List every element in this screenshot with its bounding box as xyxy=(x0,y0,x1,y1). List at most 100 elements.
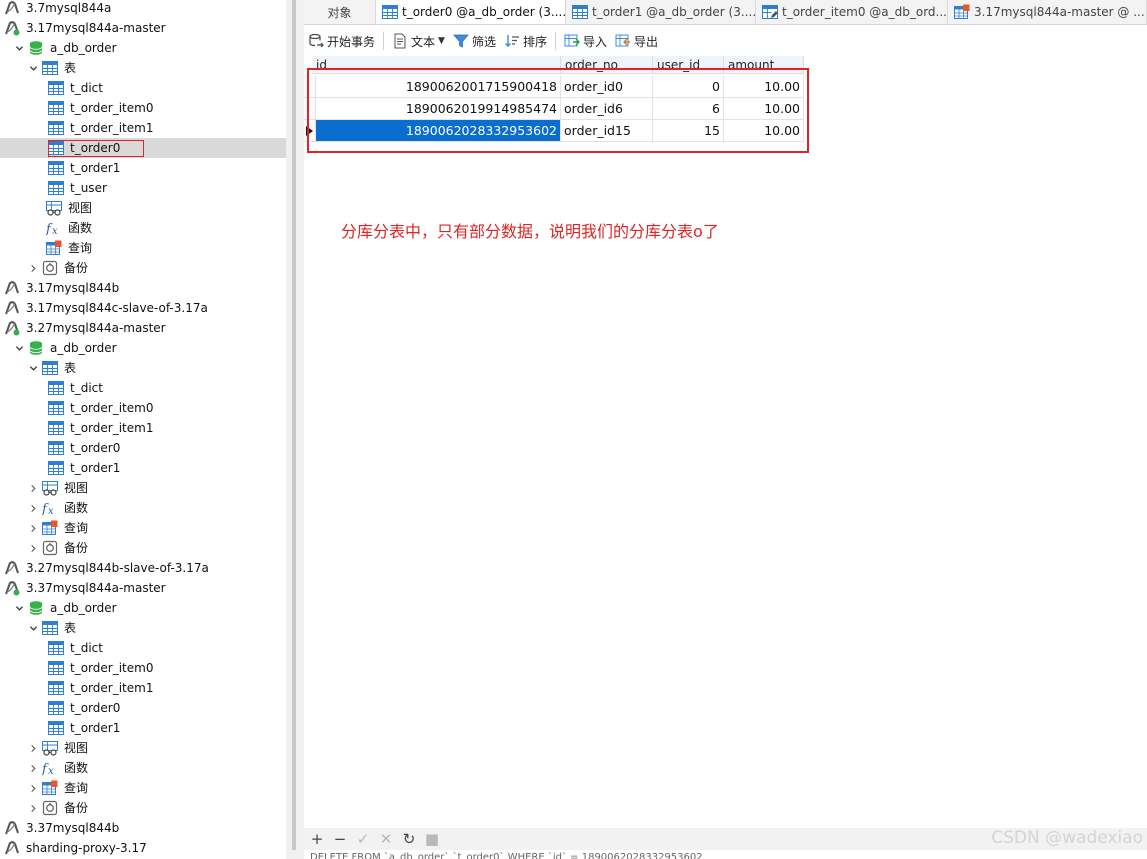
tree-item-db[interactable]: a_db_order xyxy=(0,598,286,618)
delete-record-icon[interactable]: − xyxy=(331,830,349,848)
chevron-right-icon[interactable] xyxy=(28,483,38,493)
tree-item-backup[interactable]: 备份 xyxy=(0,538,286,558)
navigation-tree: 3.7mysql844a 3.17mysql844a-master a_db_ord… xyxy=(0,0,292,859)
text-view-button[interactable]: 文本 ▼ xyxy=(392,33,445,50)
chevron-down-icon[interactable] xyxy=(14,43,24,53)
tree-item-table[interactable]: t_dict xyxy=(0,638,286,658)
tree-item-view[interactable]: 视图 xyxy=(0,198,286,218)
grid-cell[interactable]: 0 xyxy=(653,76,724,98)
current-row-arrow-icon xyxy=(306,125,313,136)
tree-item-db[interactable]: a_db_order xyxy=(0,38,286,58)
tree-item-query[interactable]: 查询 xyxy=(0,778,286,798)
tree-item-func[interactable]: f x 函数 xyxy=(0,758,286,778)
column-header[interactable]: amount xyxy=(724,56,804,74)
import-button[interactable]: 导入 xyxy=(564,33,607,50)
grid-cell[interactable]: order_id6 xyxy=(561,98,653,120)
tree-item-conn-off[interactable]: 3.27mysql844b-slave-of-3.17a xyxy=(0,558,286,578)
grid-cell[interactable]: order_id0 xyxy=(561,76,653,98)
column-header[interactable]: order_no xyxy=(561,56,653,74)
tree-item-conn-off[interactable]: 3.17mysql844b xyxy=(0,278,286,298)
tree-item-table[interactable]: t_order0 xyxy=(0,698,286,718)
tree-item-table[interactable]: t_order_item0 xyxy=(0,658,286,678)
tree-item-tables[interactable]: 表 xyxy=(0,358,286,378)
tree-item-table[interactable]: t_order_item1 xyxy=(0,418,286,438)
tree-item-table[interactable]: t_order_item1 xyxy=(0,678,286,698)
column-header[interactable]: user_id xyxy=(653,56,724,74)
panel-splitter[interactable] xyxy=(286,0,304,859)
tree-item-backup[interactable]: 备份 xyxy=(0,798,286,818)
row-indicator[interactable] xyxy=(304,98,316,120)
tab-3[interactable]: t_order_item0 @a_db_ord... xyxy=(756,0,948,24)
grid-cell[interactable]: 10.00 xyxy=(724,120,804,142)
apply-changes-icon[interactable]: ✓ xyxy=(354,830,372,848)
grid-cell[interactable]: 10.00 xyxy=(724,76,804,98)
stop-icon[interactable]: ■ xyxy=(423,830,441,848)
tree-item-view[interactable]: 视图 xyxy=(0,738,286,758)
tree-item-table[interactable]: t_order0 xyxy=(0,438,286,458)
tree-item-conn-on[interactable]: 3.37mysql844a-master xyxy=(0,578,286,598)
tree-item-query[interactable]: 查询 xyxy=(0,518,286,538)
export-button[interactable]: 导出 xyxy=(615,33,658,50)
tree-item-table[interactable]: t_dict xyxy=(0,78,286,98)
refresh-icon[interactable]: ↻ xyxy=(400,830,418,848)
tree-item-backup[interactable]: 备份 xyxy=(0,258,286,278)
tab-4[interactable]: 3.17mysql844a-master @ ... xyxy=(948,0,1147,24)
tree-item-db[interactable]: a_db_order xyxy=(0,338,286,358)
tree-item-func[interactable]: f x 函数 xyxy=(0,498,286,518)
tree-item-conn-off[interactable]: 3.37mysql844b xyxy=(0,818,286,838)
chevron-right-icon[interactable] xyxy=(28,543,38,553)
row-indicator[interactable] xyxy=(304,120,316,142)
tree-item-conn-off[interactable]: sharding-proxy-3.17 xyxy=(0,838,286,858)
chevron-right-icon[interactable] xyxy=(28,263,38,273)
tab-1[interactable]: t_order0 @a_db_order (3.... xyxy=(376,0,566,24)
tree-item-query[interactable]: 查询 xyxy=(0,238,286,258)
tree-item-table[interactable]: t_order_item0 xyxy=(0,398,286,418)
grid-cell[interactable]: 10.00 xyxy=(724,98,804,120)
grid-cell[interactable]: order_id15 xyxy=(561,120,653,142)
chevron-right-icon[interactable] xyxy=(28,803,38,813)
add-record-icon[interactable]: + xyxy=(308,830,326,848)
chevron-right-icon[interactable] xyxy=(28,503,38,513)
tree-item-table[interactable]: t_order1 xyxy=(0,158,286,178)
tree-item-conn-on[interactable]: 3.27mysql844a-master xyxy=(0,318,286,338)
chevron-down-icon[interactable] xyxy=(14,343,24,353)
chevron-down-icon[interactable] xyxy=(14,603,24,613)
chevron-right-icon[interactable] xyxy=(28,523,38,533)
tree-item-tables[interactable]: 表 xyxy=(0,58,286,78)
tab-2[interactable]: t_order1 @a_db_order (3.... xyxy=(566,0,756,24)
chevron-right-icon[interactable] xyxy=(28,783,38,793)
filter-button[interactable]: 筛选 xyxy=(453,33,496,50)
tab-0[interactable]: 对象 xyxy=(304,0,376,24)
tree-item-tables[interactable]: 表 xyxy=(0,618,286,638)
tree-item-conn-off[interactable]: 3.7mysql844a xyxy=(0,0,286,18)
discard-changes-icon[interactable]: ✕ xyxy=(377,830,395,848)
chevron-down-icon[interactable] xyxy=(28,63,38,73)
grid-cell[interactable]: 6 xyxy=(653,98,724,120)
chevron-down-icon[interactable] xyxy=(28,363,38,373)
watermark: CSDN @wadexiao xyxy=(991,828,1143,848)
tree-item-conn-off[interactable]: 3.17mysql844c-slave-of-3.17a xyxy=(0,298,286,318)
grid-cell[interactable]: 1890062001715900418 xyxy=(316,76,561,98)
tree-item-table[interactable]: t_order_item1 xyxy=(0,118,286,138)
tree-item-table[interactable]: t_user xyxy=(0,178,286,198)
begin-transaction-button[interactable]: 开始事务 xyxy=(308,33,375,50)
tree-item-conn-on[interactable]: 3.17mysql844a-master xyxy=(0,18,286,38)
tree-item-table[interactable]: t_order0 xyxy=(0,138,286,158)
tree-item-table[interactable]: t_order1 xyxy=(0,718,286,738)
chevron-right-icon[interactable] xyxy=(28,743,38,753)
grid-cell[interactable]: 1890062028332953602 xyxy=(316,120,561,142)
function-icon: fx xyxy=(42,760,58,776)
tree-item-view[interactable]: 视图 xyxy=(0,478,286,498)
grid-cell[interactable]: 1890062019914985474 xyxy=(316,98,561,120)
splitter-grip[interactable] xyxy=(292,0,296,850)
column-header[interactable]: id xyxy=(312,56,561,74)
row-indicator[interactable] xyxy=(304,76,316,98)
tree-item-table[interactable]: t_dict xyxy=(0,378,286,398)
grid-cell[interactable]: 15 xyxy=(653,120,724,142)
tree-item-func[interactable]: f x 函数 xyxy=(0,218,286,238)
chevron-right-icon[interactable] xyxy=(28,763,38,773)
chevron-down-icon[interactable] xyxy=(28,623,38,633)
tree-item-table[interactable]: t_order1 xyxy=(0,458,286,478)
sort-button[interactable]: 排序 xyxy=(504,33,547,50)
tree-item-table[interactable]: t_order_item0 xyxy=(0,98,286,118)
